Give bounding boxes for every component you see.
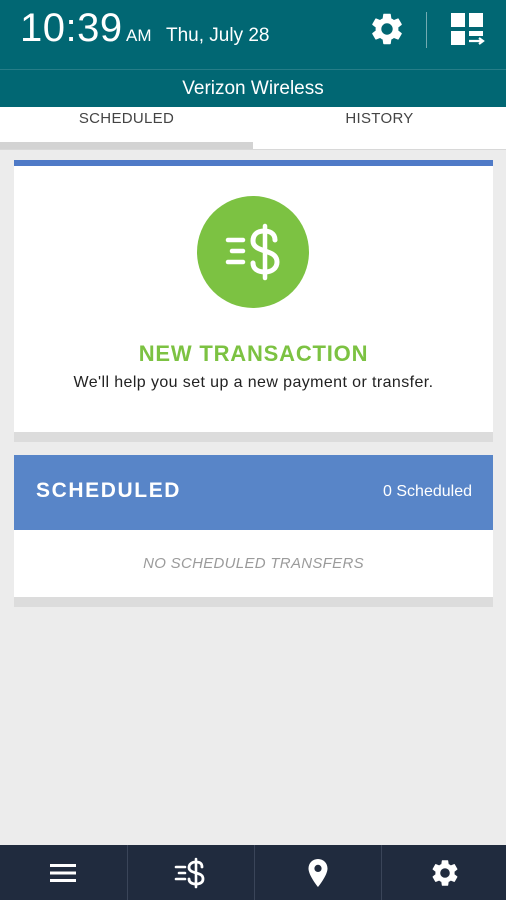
nav-settings-button[interactable]: [382, 845, 506, 900]
clock-time: 10:39: [20, 6, 123, 50]
location-pin-icon: [308, 858, 328, 887]
transfer-dollar-icon: [225, 223, 280, 281]
scheduled-empty-message: NO SCHEDULED TRANSFERS: [143, 555, 364, 572]
new-transaction-subtitle: We'll help you set up a new payment or t…: [73, 374, 434, 391]
nav-transfer-button[interactable]: [128, 845, 254, 900]
scheduled-count: 0 Scheduled: [383, 483, 472, 500]
new-transaction-card[interactable]: NEW TRANSACTION We'll help you set up a …: [14, 160, 493, 442]
multiwindow-icon[interactable]: [449, 11, 485, 47]
status-bar: 10:39 AM Thu, July 28: [0, 0, 506, 69]
transfer-dollar-icon: [174, 857, 205, 888]
new-transaction-button[interactable]: [197, 196, 309, 308]
nav-location-button[interactable]: [255, 845, 381, 900]
scheduled-card: SCHEDULED 0 Scheduled NO SCHEDULED TRANS…: [14, 455, 493, 607]
carrier-name: Verizon Wireless: [0, 69, 506, 107]
clock-date: Thu, July 28: [166, 25, 270, 46]
tab-history[interactable]: HISTORY: [253, 107, 506, 150]
scheduled-title: SCHEDULED: [36, 479, 182, 502]
tab-bar: SCHEDULED HISTORY: [0, 107, 506, 150]
new-transaction-title: NEW TRANSACTION: [138, 341, 369, 366]
nav-menu-button[interactable]: [0, 845, 126, 900]
tab-selected-indicator: [0, 142, 253, 149]
scheduled-header: SCHEDULED 0 Scheduled: [14, 455, 493, 530]
bottom-nav: [0, 845, 506, 900]
clock-ampm: AM: [126, 26, 152, 45]
menu-icon: [50, 863, 76, 882]
gear-icon: [432, 859, 458, 886]
gear-icon[interactable]: [368, 10, 406, 48]
status-divider: [426, 12, 427, 48]
